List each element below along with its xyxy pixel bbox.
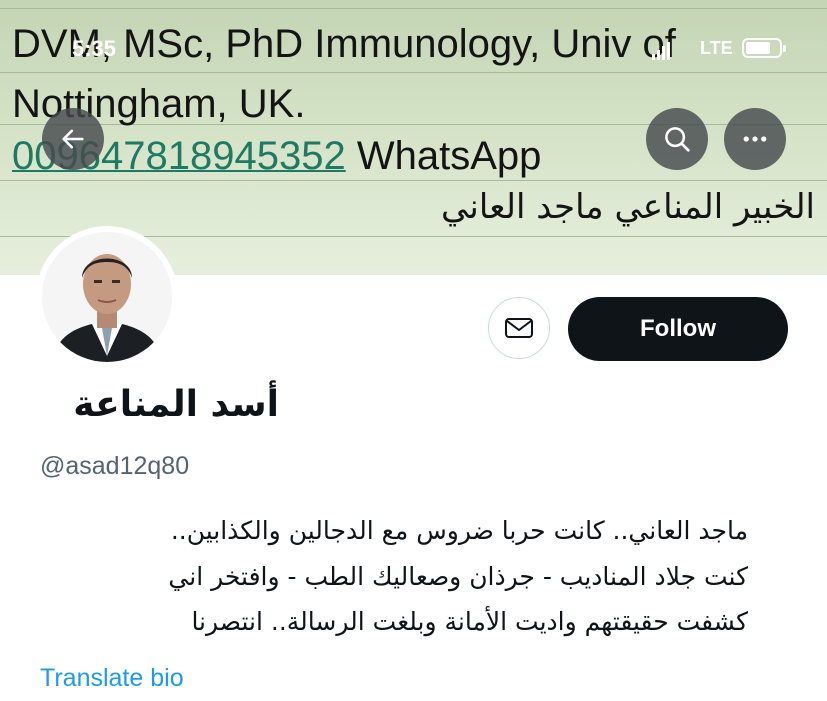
- battery-icon: [742, 38, 786, 58]
- display-name: أسد المناعة: [73, 384, 279, 425]
- banner-rule: [0, 8, 827, 9]
- user-handle: @asad12q80: [40, 452, 190, 480]
- avatar[interactable]: [36, 226, 178, 368]
- status-time: 5:35: [72, 36, 117, 61]
- search-icon: [665, 127, 690, 152]
- search-button[interactable]: [646, 108, 708, 170]
- signal-icon: [652, 42, 672, 60]
- bio-line: كنت جلاد المناديب - جرذان وصعاليك الطب -…: [168, 562, 748, 591]
- more-horizontal-icon: [743, 136, 767, 142]
- banner-rule: [0, 180, 827, 181]
- envelope-icon: [505, 318, 533, 338]
- more-button[interactable]: [724, 108, 786, 170]
- arrow-left-icon: [62, 129, 84, 149]
- banner-rule: [0, 72, 827, 73]
- bio-line: كشفت حقيقتهم واديت الأمانة وبلغت الرسالة…: [191, 607, 748, 636]
- avatar-photo: [42, 232, 172, 362]
- translate-bio-link[interactable]: Translate bio: [40, 664, 184, 693]
- message-button[interactable]: [488, 297, 550, 359]
- banner-phone-suffix: WhatsApp: [356, 134, 542, 178]
- back-button[interactable]: [42, 108, 104, 170]
- network-label: LTE: [700, 38, 733, 58]
- bio-line: ماجد العاني.. كانت حربا ضروس مع الدجالين…: [170, 516, 748, 545]
- follow-button[interactable]: Follow: [568, 297, 788, 361]
- banner-text-line4: الخبير المناعي ماجد العاني: [441, 187, 815, 227]
